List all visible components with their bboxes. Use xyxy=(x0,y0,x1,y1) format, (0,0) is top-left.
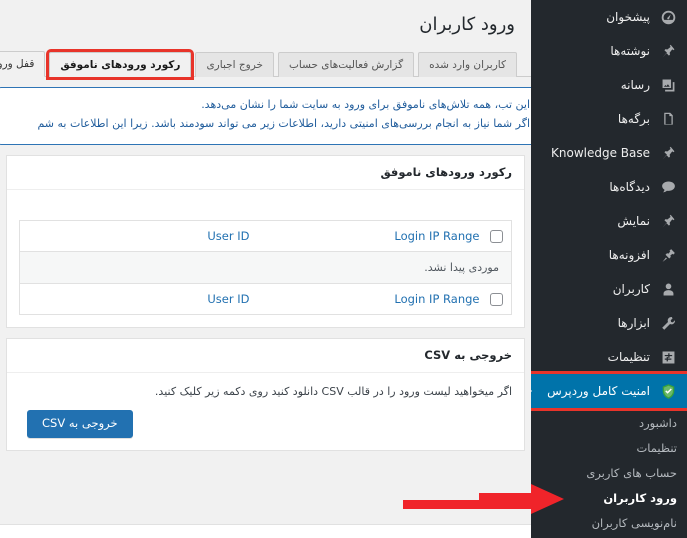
sidebar-item-users[interactable]: کاربران xyxy=(531,272,687,306)
failed-logins-panel-title: رکورد ورودهای ناموفق xyxy=(7,156,524,190)
no-items-message: موردی پیدا نشد. xyxy=(19,251,512,284)
pin-icon xyxy=(658,41,678,61)
settings-icon xyxy=(658,347,678,367)
csv-export-panel-title: خروجی به CSV xyxy=(7,339,524,373)
sidebar-label-dashboard: پیشخوان xyxy=(606,10,650,24)
page-title: ورود کاربران xyxy=(419,14,515,35)
select-all-checkbox-footer[interactable] xyxy=(490,292,503,306)
tab-logged-in-users[interactable]: کاربران وارد شده xyxy=(418,51,517,77)
notice-line-2: اگر شما نیاز به انجام بررسی‌های امنیتی د… xyxy=(37,117,530,131)
admin-sidebar: پیشخوان نوشته‌ها رسانه برگه‌ها Knowledge xyxy=(531,0,687,538)
tab-force-logout[interactable]: خروج اجباری xyxy=(195,51,275,77)
pin-icon xyxy=(658,143,678,163)
sidebar-item-appearance[interactable]: نمایش xyxy=(531,204,687,238)
sidebar-label-pages: برگه‌ها xyxy=(617,112,650,126)
tools-icon xyxy=(658,313,678,333)
sidebar-item-wp-security[interactable]: امنیت کامل وردپرس xyxy=(531,371,687,411)
sidebar-label-appearance: نمایش xyxy=(617,214,650,228)
failed-logins-panel: رکورد ورودهای ناموفق Login IP Range User… xyxy=(6,155,525,328)
column-header-login-ip-range[interactable]: Login IP Range xyxy=(257,220,488,252)
table-footer-row: Login IP Range User ID xyxy=(19,282,512,315)
table-empty-row: موردی پیدا نشد. xyxy=(19,251,512,284)
select-all-checkbox-cell-footer[interactable] xyxy=(487,282,512,315)
csv-export-panel-body: اگر میخواهید لیست ورود را در قالب CSV دا… xyxy=(7,373,524,450)
sidebar-label-plugins: افزونه‌ها xyxy=(608,248,650,262)
submenu-item-dashboard[interactable]: داشبورد xyxy=(531,411,687,436)
dashboard-icon xyxy=(658,7,678,27)
admin-screen: ورود کاربران کاربران وارد شده گزارش فعال… xyxy=(0,0,687,538)
sidebar-item-plugins[interactable]: افزونه‌ها xyxy=(531,238,687,272)
users-icon xyxy=(658,279,678,299)
sidebar-label-users: کاربران xyxy=(612,282,650,296)
plugin-icon xyxy=(658,245,678,265)
pages-icon xyxy=(658,109,678,129)
submenu-item-user-login[interactable]: ورود کاربران xyxy=(531,486,687,511)
sidebar-item-media[interactable]: رسانه xyxy=(531,68,687,102)
submenu-item-user-registration[interactable]: نام‌نویسی کاربران xyxy=(531,511,687,536)
menu-arrow-indicator xyxy=(531,385,532,397)
failed-logins-panel-body: Login IP Range User ID موردی پیدا نشد. L… xyxy=(7,190,524,327)
sidebar-label-tools: ابزارها xyxy=(617,316,650,330)
sidebar-label-settings: تنظیمات xyxy=(607,350,650,364)
sidebar-label-comments: دیدگاه‌ها xyxy=(609,180,650,194)
comment-icon xyxy=(658,177,678,197)
submenu-item-settings[interactable]: تنظیمات xyxy=(531,436,687,461)
main-content: ورود کاربران کاربران وارد شده گزارش فعال… xyxy=(0,0,543,538)
sidebar-submenu-wp-security: داشبورد تنظیمات حساب های کاربری ورود کار… xyxy=(531,405,687,538)
submenu-item-user-accounts[interactable]: حساب های کاربری xyxy=(531,461,687,486)
column-footer-login-ip-range[interactable]: Login IP Range xyxy=(257,282,488,315)
tab-login-lockdown[interactable]: قفل ورود xyxy=(0,50,46,77)
sidebar-item-knowledge-base[interactable]: Knowledge Base xyxy=(531,136,687,170)
tab-failed-login-records[interactable]: رکورد ورودهای ناموفق xyxy=(46,48,195,80)
sidebar-label-posts: نوشته‌ها xyxy=(610,44,650,58)
csv-button-row: خروجی به CSV xyxy=(19,410,512,439)
sidebar-item-pages[interactable]: برگه‌ها xyxy=(531,102,687,136)
appearance-icon xyxy=(658,211,678,231)
column-footer-user-id[interactable]: User ID xyxy=(19,282,258,315)
sidebar-label-media: رسانه xyxy=(620,78,650,92)
sidebar-item-posts[interactable]: نوشته‌ها xyxy=(531,34,687,68)
export-csv-button[interactable]: خروجی به CSV xyxy=(27,410,133,439)
info-notice: این تب، همه تلاش‌های ناموفق برای ورود به… xyxy=(0,87,543,145)
sidebar-item-dashboard[interactable]: پیشخوان xyxy=(531,0,687,34)
select-all-checkbox-cell[interactable] xyxy=(487,220,512,252)
bottom-panel-strip xyxy=(0,524,531,538)
sidebar-label-wp-security: امنیت کامل وردپرس xyxy=(547,384,650,398)
sidebar-item-settings[interactable]: تنظیمات xyxy=(531,340,687,374)
table-header-row: Login IP Range User ID xyxy=(19,220,512,252)
tab-account-activity-report[interactable]: گزارش فعالیت‌های حساب xyxy=(278,51,415,77)
csv-export-description: اگر میخواهید لیست ورود را در قالب CSV دا… xyxy=(154,384,512,398)
sidebar-label-knowledge-base: Knowledge Base xyxy=(551,146,650,160)
csv-export-panel: خروجی به CSV اگر میخواهید لیست ورود را د… xyxy=(6,337,525,452)
notice-line-1: این تب، همه تلاش‌های ناموفق برای ورود به… xyxy=(201,98,530,111)
failed-logins-table: Login IP Range User ID موردی پیدا نشد. L… xyxy=(19,219,512,315)
sidebar-item-comments[interactable]: دیدگاه‌ها xyxy=(531,170,687,204)
shield-check-icon xyxy=(658,381,678,401)
media-icon xyxy=(658,75,678,95)
tab-bar: کاربران وارد شده گزارش فعالیت‌های حساب خ… xyxy=(0,43,531,80)
sidebar-item-tools[interactable]: ابزارها xyxy=(531,306,687,340)
annotation-red-bar xyxy=(403,500,531,509)
select-all-checkbox[interactable] xyxy=(490,229,503,243)
column-header-user-id[interactable]: User ID xyxy=(19,220,258,252)
